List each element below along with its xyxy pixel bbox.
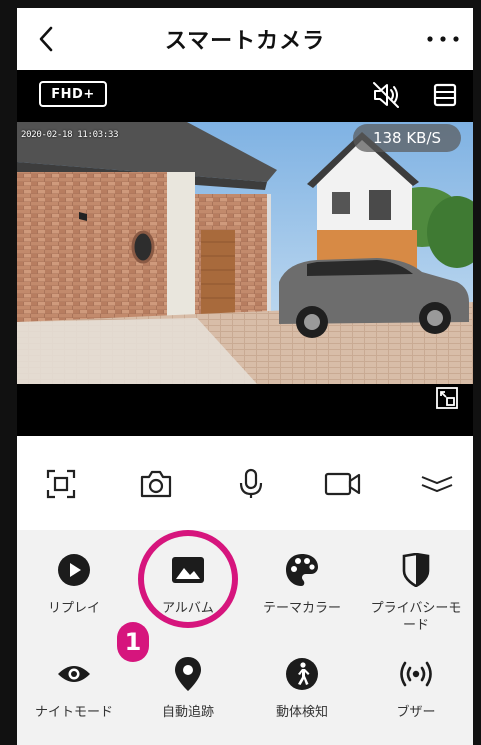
- control-bar: [17, 436, 473, 530]
- phone-screen: スマートカメラ FHD+ 2020-02-18 11:03:33 138 KB/…: [0, 0, 481, 745]
- feature-buzzer[interactable]: ブザー: [359, 654, 473, 721]
- more-button[interactable]: [423, 26, 463, 52]
- feature-theme-color[interactable]: テーマカラー: [245, 550, 359, 617]
- video-toolbar: FHD+: [17, 70, 473, 122]
- play-circle-icon: [54, 550, 94, 590]
- bitrate-badge: 138 KB/S: [353, 124, 461, 152]
- collapse-button[interactable]: [417, 466, 457, 502]
- video-camera-icon: [324, 472, 361, 496]
- step-badge: 1: [117, 622, 149, 662]
- app-header: スマートカメラ: [17, 8, 473, 70]
- chevron-left-icon: [39, 26, 53, 52]
- feature-label: リプレイ: [47, 601, 100, 616]
- device-bezel-top: [0, 0, 481, 8]
- layout-button[interactable]: [431, 81, 459, 109]
- feature-grid: リプレイ アルバム テーマカラー プライバシーモード ナイトモード 自動追跡 動…: [17, 530, 473, 745]
- feature-label: テーマカラー: [262, 601, 341, 616]
- feature-motion-detection[interactable]: 動体検知: [245, 654, 359, 721]
- camera-button[interactable]: [136, 466, 176, 502]
- location-pin-icon: [168, 654, 208, 694]
- feature-label: プライバシーモード: [370, 601, 462, 633]
- feature-auto-tracking[interactable]: 自動追跡: [131, 654, 245, 721]
- feature-privacy-mode[interactable]: プライバシーモード: [359, 550, 473, 634]
- walking-person-icon: [282, 654, 322, 694]
- fullscreen-icon: [436, 387, 458, 409]
- page-title: スマートカメラ: [164, 29, 326, 54]
- back-button[interactable]: [31, 22, 61, 56]
- frame-icon: [46, 469, 76, 499]
- eye-icon: [54, 654, 94, 694]
- device-bezel-left: [0, 0, 17, 745]
- privacy-shield-icon: [396, 550, 436, 590]
- buzzer-icon: [396, 654, 436, 694]
- chevron-double-down-icon: [421, 476, 453, 493]
- camera-icon: [140, 470, 172, 498]
- speaker-muted-icon: [373, 82, 399, 108]
- live-video-feed[interactable]: 2020-02-18 11:03:33 138 KB/S: [17, 122, 473, 384]
- device-bezel-right: [473, 0, 481, 745]
- feature-label: 動体検知: [275, 705, 328, 720]
- quality-button[interactable]: FHD+: [39, 81, 107, 107]
- fullscreen-button[interactable]: [435, 386, 459, 410]
- camera-scene-image: [17, 122, 473, 384]
- screenshot-button[interactable]: [41, 466, 81, 502]
- layout-icon: [433, 83, 457, 107]
- feature-night-mode[interactable]: ナイトモード: [17, 654, 131, 721]
- video-bottom-bar: [17, 384, 473, 436]
- more-dots-icon: [427, 36, 459, 42]
- video-timestamp: 2020-02-18 11:03:33: [21, 130, 119, 140]
- feature-label: ナイトモード: [34, 705, 113, 720]
- mute-button[interactable]: [371, 80, 401, 110]
- microphone-button[interactable]: [231, 466, 271, 502]
- record-button[interactable]: [323, 466, 363, 502]
- feature-label: ブザー: [396, 705, 436, 720]
- highlight-ring: [138, 530, 238, 628]
- feature-label: 自動追跡: [161, 705, 214, 720]
- palette-icon: [282, 550, 322, 590]
- microphone-icon: [239, 468, 263, 498]
- feature-replay[interactable]: リプレイ: [17, 550, 131, 617]
